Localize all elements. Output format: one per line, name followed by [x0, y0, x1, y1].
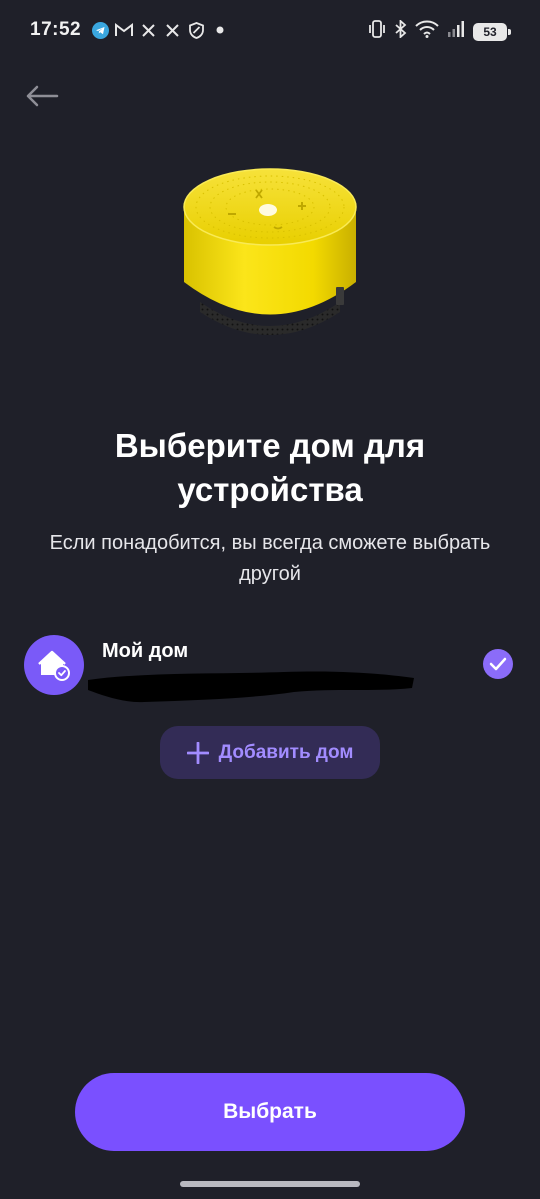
- status-bar: 17:52 53: [0, 0, 540, 64]
- vibrate-icon: [367, 20, 387, 43]
- battery-indicator: 53: [473, 22, 511, 41]
- gmail-icon: [115, 21, 133, 39]
- add-home-button[interactable]: Добавить дом: [160, 726, 380, 779]
- system-icons: 53: [367, 18, 511, 43]
- arrow-left-icon: [26, 85, 59, 107]
- dot-icon: [211, 21, 229, 39]
- add-home-label: Добавить дом: [218, 741, 354, 763]
- signal-icon: [447, 21, 465, 42]
- home-list-item[interactable]: Мой дом: [24, 632, 516, 703]
- back-button[interactable]: [22, 78, 62, 114]
- select-button-label: Выбрать: [223, 1100, 317, 1123]
- x-icon: [139, 21, 157, 39]
- wifi-icon: [415, 20, 439, 43]
- page-subtitle: Если понадобится, вы всегда сможете выбр…: [49, 532, 491, 585]
- select-button[interactable]: Выбрать: [75, 1073, 465, 1151]
- home-name: Мой дом: [102, 640, 189, 662]
- bluetooth-icon: [395, 18, 407, 43]
- notification-icons: [91, 21, 229, 39]
- speaker-image: [170, 162, 370, 352]
- home-indicator[interactable]: [180, 1181, 360, 1187]
- home-avatar: [24, 635, 84, 695]
- check-icon: [483, 649, 513, 679]
- shield-icon: [187, 21, 205, 39]
- x-icon: [163, 21, 181, 39]
- telegram-icon: [91, 21, 109, 39]
- page-title: Выберите дом для устройства: [114, 427, 426, 508]
- home-icon: [38, 650, 70, 681]
- plus-icon: [186, 741, 209, 764]
- status-time: 17:52: [30, 19, 82, 40]
- redacted-address: [84, 666, 416, 708]
